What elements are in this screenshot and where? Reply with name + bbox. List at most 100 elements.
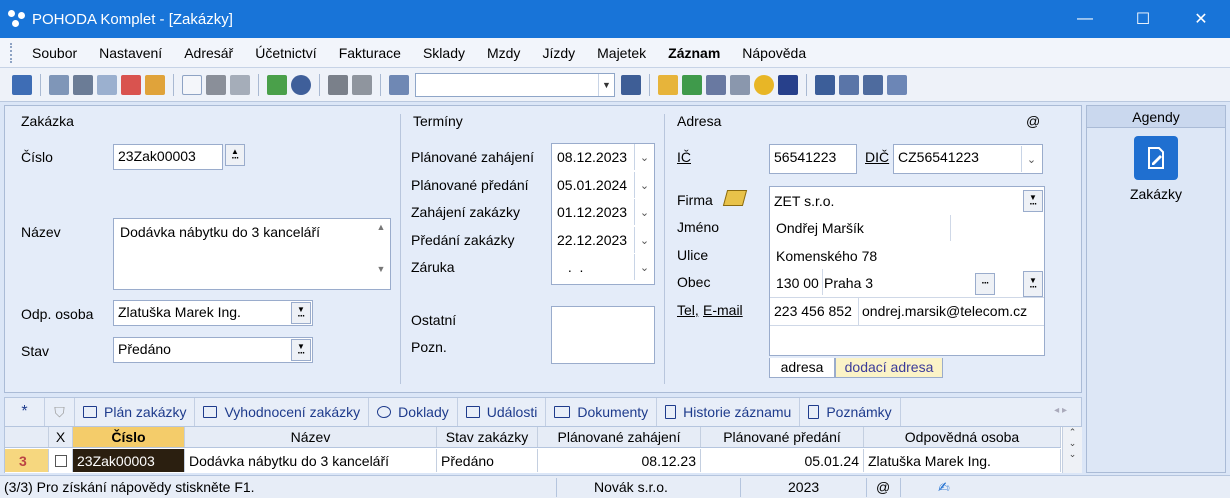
tab-poznamky[interactable]: Poznámky [800, 398, 901, 426]
tel-label[interactable]: Tel, [677, 302, 699, 318]
iban-icon[interactable] [778, 74, 798, 95]
col-header-x[interactable]: X [49, 427, 73, 447]
odp-osoba-dropdown-button[interactable]: ▼ ··· [291, 302, 311, 324]
chevron-down-icon[interactable]: ▼ [598, 73, 614, 96]
firma-field[interactable]: ZET s.r.o. [774, 193, 834, 209]
tab-adresa[interactable]: adresa [769, 358, 835, 378]
menu-napoveda[interactable]: Nápověda [731, 45, 817, 61]
col-header-stav[interactable]: Stav zakázky [437, 427, 538, 447]
exit-icon[interactable] [12, 74, 32, 95]
settings-gear-icon[interactable] [291, 74, 311, 95]
cell-planovane-zahajeni[interactable]: 08.12.23 [538, 449, 701, 472]
new-record-icon[interactable] [182, 74, 202, 95]
chevron-down-icon[interactable]: ⌄ [634, 199, 654, 225]
table-scrollbar[interactable]: ⌃ ⌄ ⌄ [1062, 427, 1082, 473]
close-button[interactable]: ✕ [1172, 0, 1230, 38]
jmeno-field[interactable]: Ondřej Maršík [776, 220, 864, 236]
cell-planovane-predani[interactable]: 05.01.24 [701, 449, 864, 472]
filter-icon[interactable] [621, 74, 641, 95]
planovane-predani-field[interactable]: 05.01.2024 [557, 177, 627, 193]
tab-plan-zakazky[interactable]: Plán zakázky [75, 398, 196, 426]
tab-dokumenty[interactable]: Dokumenty [546, 398, 658, 426]
table-row[interactable]: 3 23Zak00003 Dodávka nábytku do 3 kancel… [5, 449, 1061, 472]
address-book-icon[interactable] [722, 190, 748, 206]
status-at-icon[interactable]: @ [876, 479, 890, 495]
zakazky-agenda-icon[interactable] [1134, 136, 1178, 180]
columns-icon[interactable] [230, 74, 250, 95]
calculator-icon[interactable] [730, 74, 750, 95]
chevron-down-icon[interactable]: ⌄ [634, 144, 654, 170]
col-header-planovane-zahajeni[interactable]: Plánované zahájení [538, 427, 701, 447]
ostatni-textarea[interactable] [551, 306, 655, 364]
cell-cislo[interactable]: 23Zak00003 [73, 449, 185, 472]
menu-jizdy[interactable]: Jízdy [531, 45, 586, 61]
menu-mzdy[interactable]: Mzdy [476, 45, 531, 61]
obec-dropdown-button[interactable]: ▼ ··· [1023, 271, 1043, 297]
cell-nazev[interactable]: Dodávka nábytku do 3 kanceláří [185, 449, 437, 472]
cell-odpovedna-osoba[interactable]: Zlatuška Marek Ing. [864, 449, 1061, 472]
tel-field[interactable]: 223 456 852 [774, 303, 852, 319]
tab-vyhodnoceni-zakazky[interactable]: Vyhodnocení zakázky [195, 398, 370, 426]
status-sign-icon[interactable]: ✍ [938, 479, 950, 496]
psc-field[interactable]: 130 00 [776, 275, 819, 291]
ic-label[interactable]: IČ [677, 149, 691, 165]
chevron-down-icon[interactable]: ⌄ [634, 254, 654, 280]
predani-zakazky-field[interactable]: 22.12.2023 [557, 232, 627, 248]
firma-dropdown-button[interactable]: ▼ ··· [1023, 190, 1043, 212]
menu-adresar[interactable]: Adresář [173, 45, 244, 61]
ulice-field[interactable]: Komenského 78 [776, 248, 877, 264]
menu-soubor[interactable]: Soubor [21, 45, 88, 61]
chevron-down-icon[interactable]: ⌄ [1021, 146, 1041, 172]
form-icon[interactable] [839, 74, 859, 95]
calculator-delete-icon[interactable] [706, 74, 726, 95]
ic-field[interactable]: 56541223 [769, 144, 857, 174]
chevron-down-icon[interactable]: ⌄ [634, 227, 654, 253]
help-pointer-icon[interactable] [887, 74, 907, 95]
at-icon[interactable]: @ [1026, 113, 1040, 129]
row-checkbox[interactable] [49, 449, 73, 472]
coins-icon[interactable] [754, 74, 774, 95]
planovane-zahajeni-field[interactable]: 08.12.2023 [557, 149, 627, 165]
tab-udalosti[interactable]: Události [458, 398, 547, 426]
menu-nastaveni[interactable]: Nastavení [88, 45, 173, 61]
obec-field[interactable]: Praha 3 [824, 275, 873, 291]
maximize-button[interactable]: ☐ [1114, 0, 1172, 38]
image-icon[interactable] [863, 74, 883, 95]
tab-doklady[interactable]: Doklady [369, 398, 458, 426]
pdf-email-icon[interactable] [145, 74, 165, 95]
window-icon[interactable] [815, 74, 835, 95]
dic-label[interactable]: DIČ [865, 149, 889, 165]
stav-field[interactable]: Předáno [113, 337, 313, 363]
folder-star-icon[interactable] [658, 74, 678, 95]
menu-fakturace[interactable]: Fakturace [328, 45, 412, 61]
col-header-odpovedna-osoba[interactable]: Odpovědná osoba [864, 427, 1061, 447]
pdf-icon[interactable] [121, 74, 141, 95]
cislo-field[interactable]: 23Zak00003 [113, 144, 223, 170]
menu-majetek[interactable]: Majetek [586, 45, 657, 61]
cislo-dropdown-button[interactable]: ▲ ··· [225, 144, 245, 166]
email-label[interactable]: E-mail [703, 302, 743, 318]
tab-dodaci-adresa[interactable]: dodací adresa [835, 358, 943, 378]
back-arrow-icon[interactable] [267, 74, 287, 95]
col-header-cislo[interactable]: Číslo [73, 427, 185, 447]
tab-historie-zaznamu[interactable]: Historie záznamu [657, 398, 801, 426]
copy-icon[interactable] [49, 74, 69, 95]
tab-scroll-arrows[interactable]: ◂ ▸ [1054, 405, 1067, 416]
stav-dropdown-button[interactable]: ▼ ··· [291, 339, 311, 361]
print-icon[interactable] [73, 74, 93, 95]
menu-zaznam[interactable]: Záznam [657, 45, 731, 61]
save-icon[interactable] [328, 74, 348, 95]
duplicate-icon[interactable] [389, 74, 409, 95]
tab-all[interactable]: * [5, 398, 45, 426]
chevron-down-icon[interactable]: ⌄ [634, 172, 654, 198]
menu-ucetnictvi[interactable]: Účetnictví [244, 45, 327, 61]
nazev-textarea[interactable]: Dodávka nábytku do 3 kanceláří [113, 218, 391, 290]
print-preview-icon[interactable] [97, 74, 117, 95]
minimize-button[interactable]: — [1056, 0, 1114, 38]
quick-search-combo[interactable]: ▼ [415, 72, 615, 97]
edit-icon[interactable] [206, 74, 226, 95]
email-field[interactable]: ondrej.marsik@telecom.cz [862, 303, 1027, 319]
save-all-icon[interactable] [352, 74, 372, 95]
zahajeni-zakazky-field[interactable]: 01.12.2023 [557, 204, 627, 220]
zakazky-agenda-label[interactable]: Zakázky [1087, 186, 1225, 202]
